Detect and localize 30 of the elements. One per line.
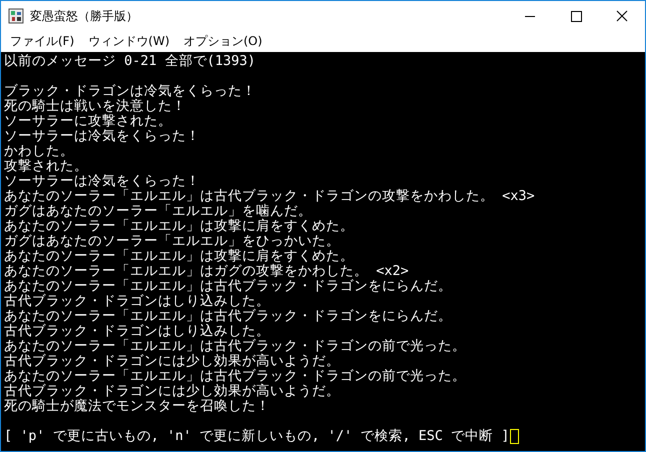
- window-title: 変愚蛮怒（勝手版）: [30, 8, 139, 24]
- message-line: ソーサラーは冷気をくらった！: [4, 129, 201, 144]
- prompt-text: [ 'p' で更に古いもの, 'n' で更に新しいもの, '/' で検索, ESC で中断 ]: [4, 429, 510, 444]
- message-line: ソーサラーに攻撃された。: [4, 114, 173, 129]
- message-line: 古代ブラック・ドラゴンはしり込みした。: [4, 324, 271, 339]
- message-line: 死の騎士が魔法でモンスターを召喚した！: [4, 399, 271, 414]
- message-line: ガグはあなたのソーラー「エルエル」を噛んだ。: [4, 204, 313, 219]
- message-line: あなたのソーラー「エルエル」は攻撃に肩をすくめた。: [4, 219, 355, 234]
- message-line: あなたのソーラー「エルエル」は攻撃に肩をすくめた。: [4, 249, 355, 264]
- message-line: ソーサラーは冷気をくらった！: [4, 174, 201, 189]
- message-line: あなたのソーラー「エルエル」はガグの攻撃をかわした。 <x2>: [4, 264, 410, 279]
- message-line: あなたのソーラー「エルエル」は古代ブラック・ドラゴンの前で光った。: [4, 339, 467, 354]
- message-line: ブラック・ドラゴンは冷気をくらった！: [4, 84, 257, 99]
- menu-item[interactable]: オプション(O): [176, 33, 270, 50]
- message-line: 死の騎士は戦いを決意した！: [4, 99, 187, 114]
- message-line: ガグはあなたのソーラー「エルエル」をひっかいた。: [4, 234, 341, 249]
- message-line: 古代ブラック・ドラゴンはしり込みした。: [4, 294, 271, 309]
- cursor: [510, 429, 520, 444]
- menu-item[interactable]: ウィンドウ(W): [81, 33, 176, 50]
- message-line: かわした。: [4, 144, 75, 159]
- message-line: 古代ブラック・ドラゴンには少し効果が高いようだ。: [4, 384, 341, 399]
- message-header: 以前のメッセージ 0-21 全部で(1393): [4, 54, 257, 69]
- app-icon: [8, 8, 24, 24]
- message-line: あなたのソーラー「エルエル」は古代ブラック・ドラゴンの攻撃をかわした。 <x3>: [4, 189, 536, 204]
- message-line: 攻撃された。: [4, 159, 88, 174]
- message-line: あなたのソーラー「エルエル」は古代ブラック・ドラゴンをにらんだ。: [4, 309, 453, 324]
- message-line: あなたのソーラー「エルエル」は古代ブラック・ドラゴンをにらんだ。: [4, 279, 453, 294]
- message-line: 古代ブラック・ドラゴンには少し効果が高いようだ。: [4, 354, 341, 369]
- menu-item[interactable]: ファイル(F): [3, 33, 82, 50]
- message-line: あなたのソーラー「エルエル」は古代ブラック・ドラゴンの前で光った。: [4, 369, 467, 384]
